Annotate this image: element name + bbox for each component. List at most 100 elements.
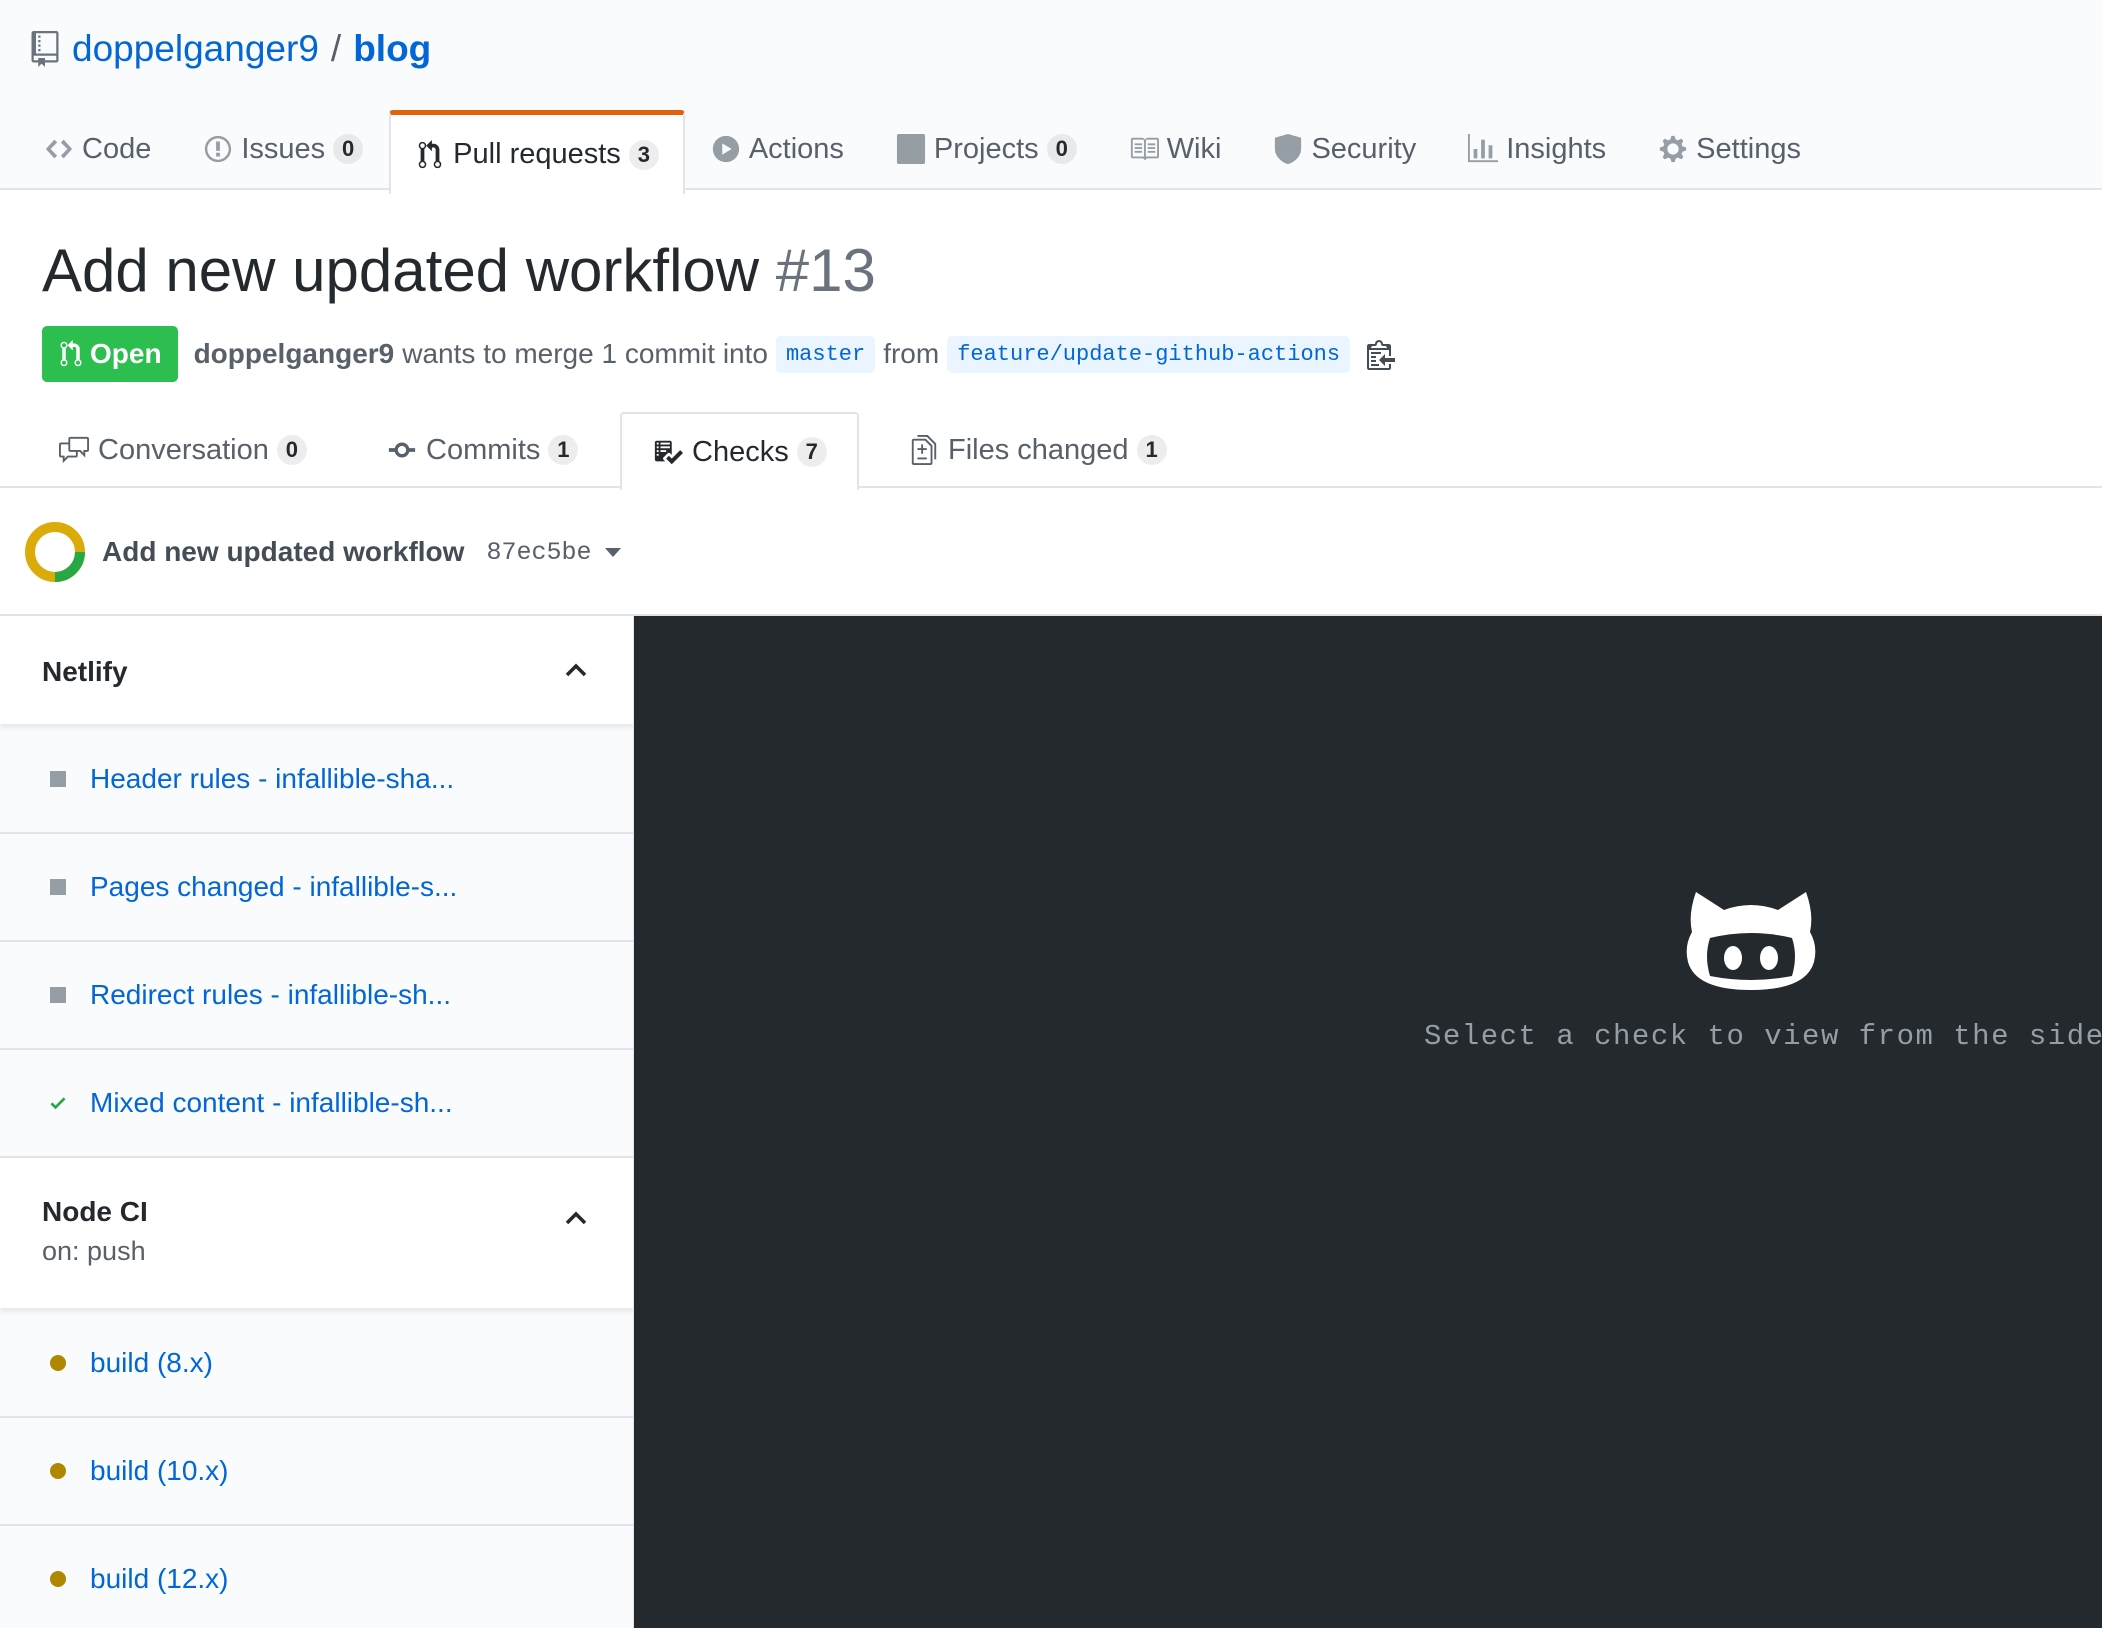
project-icon xyxy=(896,134,925,164)
check-item[interactable]: Redirect rules - infallible-sh... xyxy=(0,942,633,1050)
check-item[interactable]: build (8.x) xyxy=(0,1310,633,1418)
tab-security-label: Security xyxy=(1311,132,1417,165)
check-item[interactable]: Header rules - infallible-sha... xyxy=(0,726,633,834)
tab-issues-label: Issues xyxy=(241,132,326,165)
check-link[interactable]: build (12.x) xyxy=(90,1563,229,1595)
tab-issues[interactable]: Issues 0 xyxy=(177,108,389,190)
repo-icon xyxy=(31,31,59,67)
check-log-panel: Select a check to view from the sidebar xyxy=(634,616,2102,1628)
check-group-node-ci[interactable]: Node CI on: push xyxy=(0,1158,633,1308)
pending-status-icon xyxy=(48,1461,68,1481)
in-progress-status-icon xyxy=(25,522,85,582)
check-link[interactable]: Redirect rules - infallible-sh... xyxy=(90,979,451,1011)
tab-checks[interactable]: Checks 7 xyxy=(620,412,859,490)
pr-tabs: Conversation 0 Commits 1 Checks 7 Files … xyxy=(0,412,2102,490)
checks-counter: 7 xyxy=(796,437,827,467)
gear-icon xyxy=(1660,135,1687,163)
repo-name-link[interactable]: blog xyxy=(353,28,431,70)
issues-counter: 0 xyxy=(333,134,364,164)
pr-number: #13 xyxy=(775,237,876,304)
check-suite-header: Add new updated workflow 87ec5be xyxy=(0,490,2102,616)
chevron-up-icon[interactable] xyxy=(564,1210,588,1226)
tab-pull-requests[interactable]: Pull requests 3 xyxy=(389,110,685,194)
check-item[interactable]: build (12.x) xyxy=(0,1526,633,1628)
tab-security[interactable]: Security xyxy=(1247,108,1442,190)
conversation-counter: 0 xyxy=(276,435,307,465)
projects-counter: 0 xyxy=(1046,134,1077,164)
checks-sidebar: Netlify Header rules - infallible-sha...… xyxy=(0,616,634,1628)
tab-projects-label: Projects xyxy=(933,132,1039,165)
files-changed-counter: 1 xyxy=(1136,435,1167,465)
tab-insights[interactable]: Insights xyxy=(1442,108,1632,190)
tab-insights-label: Insights xyxy=(1506,132,1607,165)
neutral-status-icon xyxy=(48,769,68,789)
tab-settings[interactable]: Settings xyxy=(1632,108,1827,190)
tab-wiki-label: Wiki xyxy=(1166,132,1222,165)
check-success-icon xyxy=(48,1093,68,1113)
check-item[interactable]: build (10.x) xyxy=(0,1418,633,1526)
play-icon xyxy=(712,135,739,163)
tab-commits-label: Commits xyxy=(426,433,541,466)
file-diff-icon xyxy=(911,435,937,465)
repo-nav: Code Issues 0 Pull requests 3 Actions Pr… xyxy=(0,108,1827,194)
shield-icon xyxy=(1275,134,1302,164)
check-group-title: Netlify xyxy=(42,656,128,687)
tab-actions[interactable]: Actions xyxy=(685,108,870,190)
git-pull-request-icon xyxy=(60,340,82,367)
chevron-up-icon[interactable] xyxy=(564,662,588,678)
check-group-trigger: on: push xyxy=(42,1236,146,1266)
commit-sha[interactable]: 87ec5be xyxy=(486,538,591,567)
git-pull-request-icon xyxy=(418,139,442,168)
tab-checks-label: Checks xyxy=(692,435,789,468)
pr-state-badge: Open xyxy=(42,326,178,382)
code-icon xyxy=(45,139,73,159)
tab-code[interactable]: Code xyxy=(0,108,177,190)
tab-settings-label: Settings xyxy=(1696,132,1801,165)
repo-title: doppelganger9 / blog xyxy=(30,24,431,74)
pr-from-text: from xyxy=(883,338,940,369)
pr-merge-text: wants to merge 1 commit into xyxy=(402,338,768,369)
tab-wiki[interactable]: Wiki xyxy=(1103,108,1248,190)
book-icon xyxy=(1130,137,1159,161)
check-item[interactable]: Mixed content - infallible-sh... xyxy=(0,1050,633,1158)
tab-code-label: Code xyxy=(82,132,152,165)
check-link[interactable]: build (8.x) xyxy=(90,1347,213,1379)
octocat-icon xyxy=(1686,892,1816,990)
check-link[interactable]: Pages changed - infallible-s... xyxy=(90,871,457,903)
tab-files-changed-label: Files changed xyxy=(948,433,1129,466)
neutral-status-icon xyxy=(48,985,68,1005)
check-link[interactable]: Mixed content - infallible-sh... xyxy=(90,1087,453,1119)
checklist-icon xyxy=(654,440,683,465)
suite-commit-title: Add new updated workflow xyxy=(102,536,465,567)
tab-conversation-label: Conversation xyxy=(98,433,269,466)
issue-opened-icon xyxy=(205,135,232,163)
tab-projects[interactable]: Projects 0 xyxy=(870,108,1103,190)
tab-pull-requests-label: Pull requests xyxy=(453,138,621,170)
graph-icon xyxy=(1468,134,1499,163)
repo-owner-link[interactable]: doppelganger9 xyxy=(72,28,319,70)
empty-state-message: Select a check to view from the sidebar xyxy=(1424,1020,2102,1053)
tab-conversation[interactable]: Conversation 0 xyxy=(58,412,307,488)
check-item[interactable]: Pages changed - infallible-s... xyxy=(0,834,633,942)
pr-author-link[interactable]: doppelganger9 xyxy=(194,338,395,370)
pr-state-label: Open xyxy=(90,338,162,369)
pending-status-icon xyxy=(48,1353,68,1373)
base-branch[interactable]: master xyxy=(775,335,876,373)
comment-discussion-icon xyxy=(59,436,89,464)
check-link[interactable]: Header rules - infallible-sha... xyxy=(90,763,454,795)
pr-title-text: Add new updated workflow xyxy=(42,237,760,304)
pr-meta: Open doppelganger9 wants to merge 1 comm… xyxy=(42,326,1396,382)
repo-separator: / xyxy=(330,28,342,69)
tab-commits[interactable]: Commits 1 xyxy=(386,412,579,488)
tab-files-changed[interactable]: Files changed 1 xyxy=(908,412,1167,488)
chevron-down-icon[interactable] xyxy=(605,547,622,557)
pending-status-icon xyxy=(48,1569,68,1589)
pull-requests-counter: 3 xyxy=(628,139,659,170)
head-branch[interactable]: feature/update-github-actions xyxy=(947,335,1351,373)
tab-actions-label: Actions xyxy=(748,132,844,165)
check-link[interactable]: build (10.x) xyxy=(90,1455,229,1487)
check-group-netlify[interactable]: Netlify xyxy=(0,616,633,724)
check-group-title: Node CI xyxy=(42,1196,148,1227)
clippy-icon[interactable] xyxy=(1366,338,1396,370)
commits-counter: 1 xyxy=(548,435,579,465)
